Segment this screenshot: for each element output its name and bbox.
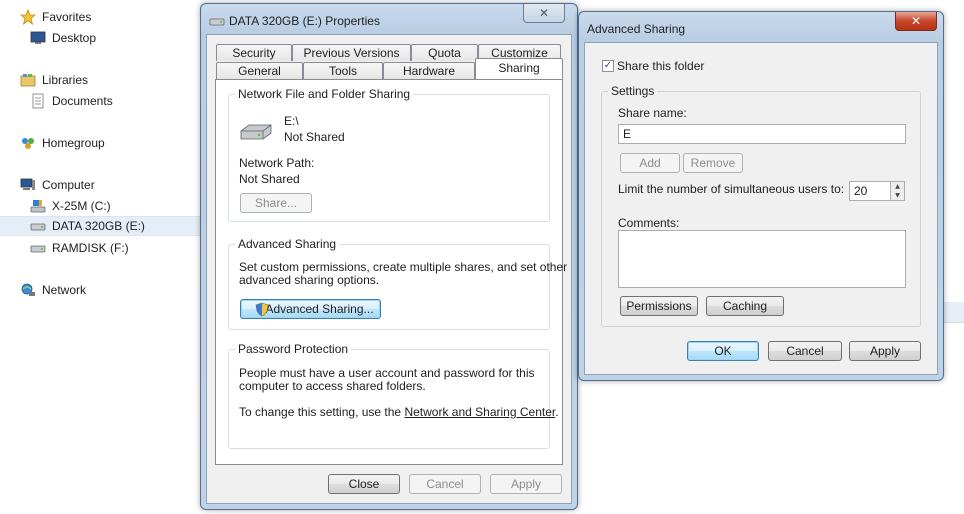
libraries-icon [20,72,36,88]
dialog-title: Advanced Sharing [587,22,686,36]
cancel-button[interactable]: Cancel [768,341,842,361]
password-line3-prefix: To change this setting, use the [239,405,405,419]
group-label: Password Protection [235,342,352,356]
advanced-client: ✓ Share this folder Settings Share name:… [584,42,938,375]
tab-hardware[interactable]: Hardware [383,62,475,79]
drive-title-icon [209,14,225,31]
password-line3: To change this setting, use the Network … [239,405,559,419]
network-sharing-group: Network File and Folder Sharing E:\ Not … [228,87,550,222]
apply-button[interactable]: Apply [849,341,921,361]
share-path: E:\ [284,114,299,128]
nav-drive-e[interactable]: DATA 320GB (E:) [0,216,200,236]
caching-button[interactable]: Caching [706,296,784,316]
password-line2: computer to access shared folders. [239,379,426,393]
system-drive-icon [30,198,46,214]
nav-label: Computer [42,178,95,192]
uac-shield-icon [255,302,269,322]
group-label: Settings [608,84,658,98]
nav-label: Network [42,283,87,297]
drive-icon [30,218,46,234]
cancel-button[interactable]: Cancel [409,474,481,494]
advanced-desc-line1: Set custom permissions, create multiple … [239,260,568,274]
nav-drive-c[interactable]: X-25M (C:) [30,196,111,216]
ok-button[interactable]: OK [687,341,759,361]
advanced-sharing-group: Advanced Sharing Set custom permissions,… [228,237,567,330]
drive-icon [30,240,46,256]
tab-previous-versions[interactable]: Previous Versions [292,44,411,61]
advanced-desc-line2: advanced sharing options. [239,273,380,287]
share-folder-checkbox[interactable]: ✓ [602,60,614,72]
share-folder-label: Share this folder [617,59,705,73]
close-window-button[interactable]: ✕ [523,4,565,23]
network-path-value: Not Shared [239,172,300,186]
nav-label: RAMDISK (F:) [52,241,129,255]
tab-tools[interactable]: Tools [303,62,383,79]
nav-homegroup[interactable]: Homegroup [20,133,105,153]
add-button[interactable]: Add [620,153,680,173]
window-title: DATA 320GB (E:) Properties [229,14,380,28]
spin-down-icon[interactable]: ▼ [891,191,904,200]
group-label: Advanced Sharing [235,237,340,251]
nav-desktop[interactable]: Desktop [30,28,96,48]
nav-label: X-25M (C:) [52,199,111,213]
group-label: Network File and Folder Sharing [235,87,414,101]
properties-window: DATA 320GB (E:) Properties ✕ Security Pr… [200,3,578,510]
share-name-input[interactable]: E [618,124,906,144]
documents-icon [30,93,46,109]
nav-network[interactable]: Network [20,280,86,300]
nav-drive-f[interactable]: RAMDISK (F:) [30,238,129,258]
share-name-label: Share name: [618,106,687,120]
nav-label: Homegroup [42,136,105,150]
close-dialog-button[interactable]: ✕ [895,12,937,31]
nav-libraries[interactable]: Libraries [20,70,88,90]
password-line3-suffix: . [555,405,559,419]
explorer-selection-strip [943,302,964,323]
nav-favorites[interactable]: Favorites [19,7,92,27]
comments-textarea[interactable] [618,230,906,288]
remove-button[interactable]: Remove [683,153,743,173]
computer-icon [20,177,36,193]
tab-security[interactable]: Security [216,44,292,61]
nav-label: Favorites [42,10,92,24]
permissions-button[interactable]: Permissions [620,296,698,316]
settings-group: Settings Share name: E Add Remove Limit … [601,84,921,327]
network-sharing-center-link[interactable]: Network and Sharing Center [404,405,555,419]
properties-client: Security Previous Versions Quota Customi… [206,34,572,504]
nav-label: Documents [52,94,113,108]
password-protection-group: Password Protection People must have a u… [228,342,559,449]
advanced-sharing-button[interactable]: Advanced Sharing... [240,299,381,319]
nav-computer[interactable]: Computer [20,175,95,195]
spin-up-icon[interactable]: ▲ [891,182,904,191]
nav-documents[interactable]: Documents [30,91,113,111]
advanced-sharing-label: Advanced Sharing... [265,302,374,316]
nav-label: DATA 320GB (E:) [52,219,145,233]
tab-sharing[interactable]: Sharing [475,58,563,79]
desktop-icon [30,30,46,46]
tab-general[interactable]: General [216,62,303,79]
tab-quota[interactable]: Quota [411,44,478,61]
nav-label: Desktop [52,31,97,45]
password-line1: People must have a user account and pass… [239,366,535,380]
homegroup-icon [20,135,36,151]
navigation-pane: Favorites Desktop Libraries Documents Ho… [0,0,200,514]
network-path-label: Network Path: [239,156,315,170]
advanced-sharing-dialog: Advanced Sharing ✕ ✓ Share this folder S… [578,11,944,381]
comments-label: Comments: [618,216,680,230]
network-icon [20,282,36,298]
share-button[interactable]: Share... [240,193,312,213]
nav-label: Libraries [42,73,89,87]
limit-users-input[interactable]: 20 [849,181,893,201]
limit-users-label: Limit the number of simultaneous users t… [618,182,845,196]
apply-button[interactable]: Apply [490,474,562,494]
close-button[interactable]: Close [328,474,400,494]
sharing-tab-page: Network File and Folder Sharing E:\ Not … [215,79,567,465]
share-status: Not Shared [284,130,345,144]
limit-users-spinner[interactable]: ▲ ▼ [890,181,905,201]
star-icon [19,8,37,25]
drive-icon [239,121,273,146]
